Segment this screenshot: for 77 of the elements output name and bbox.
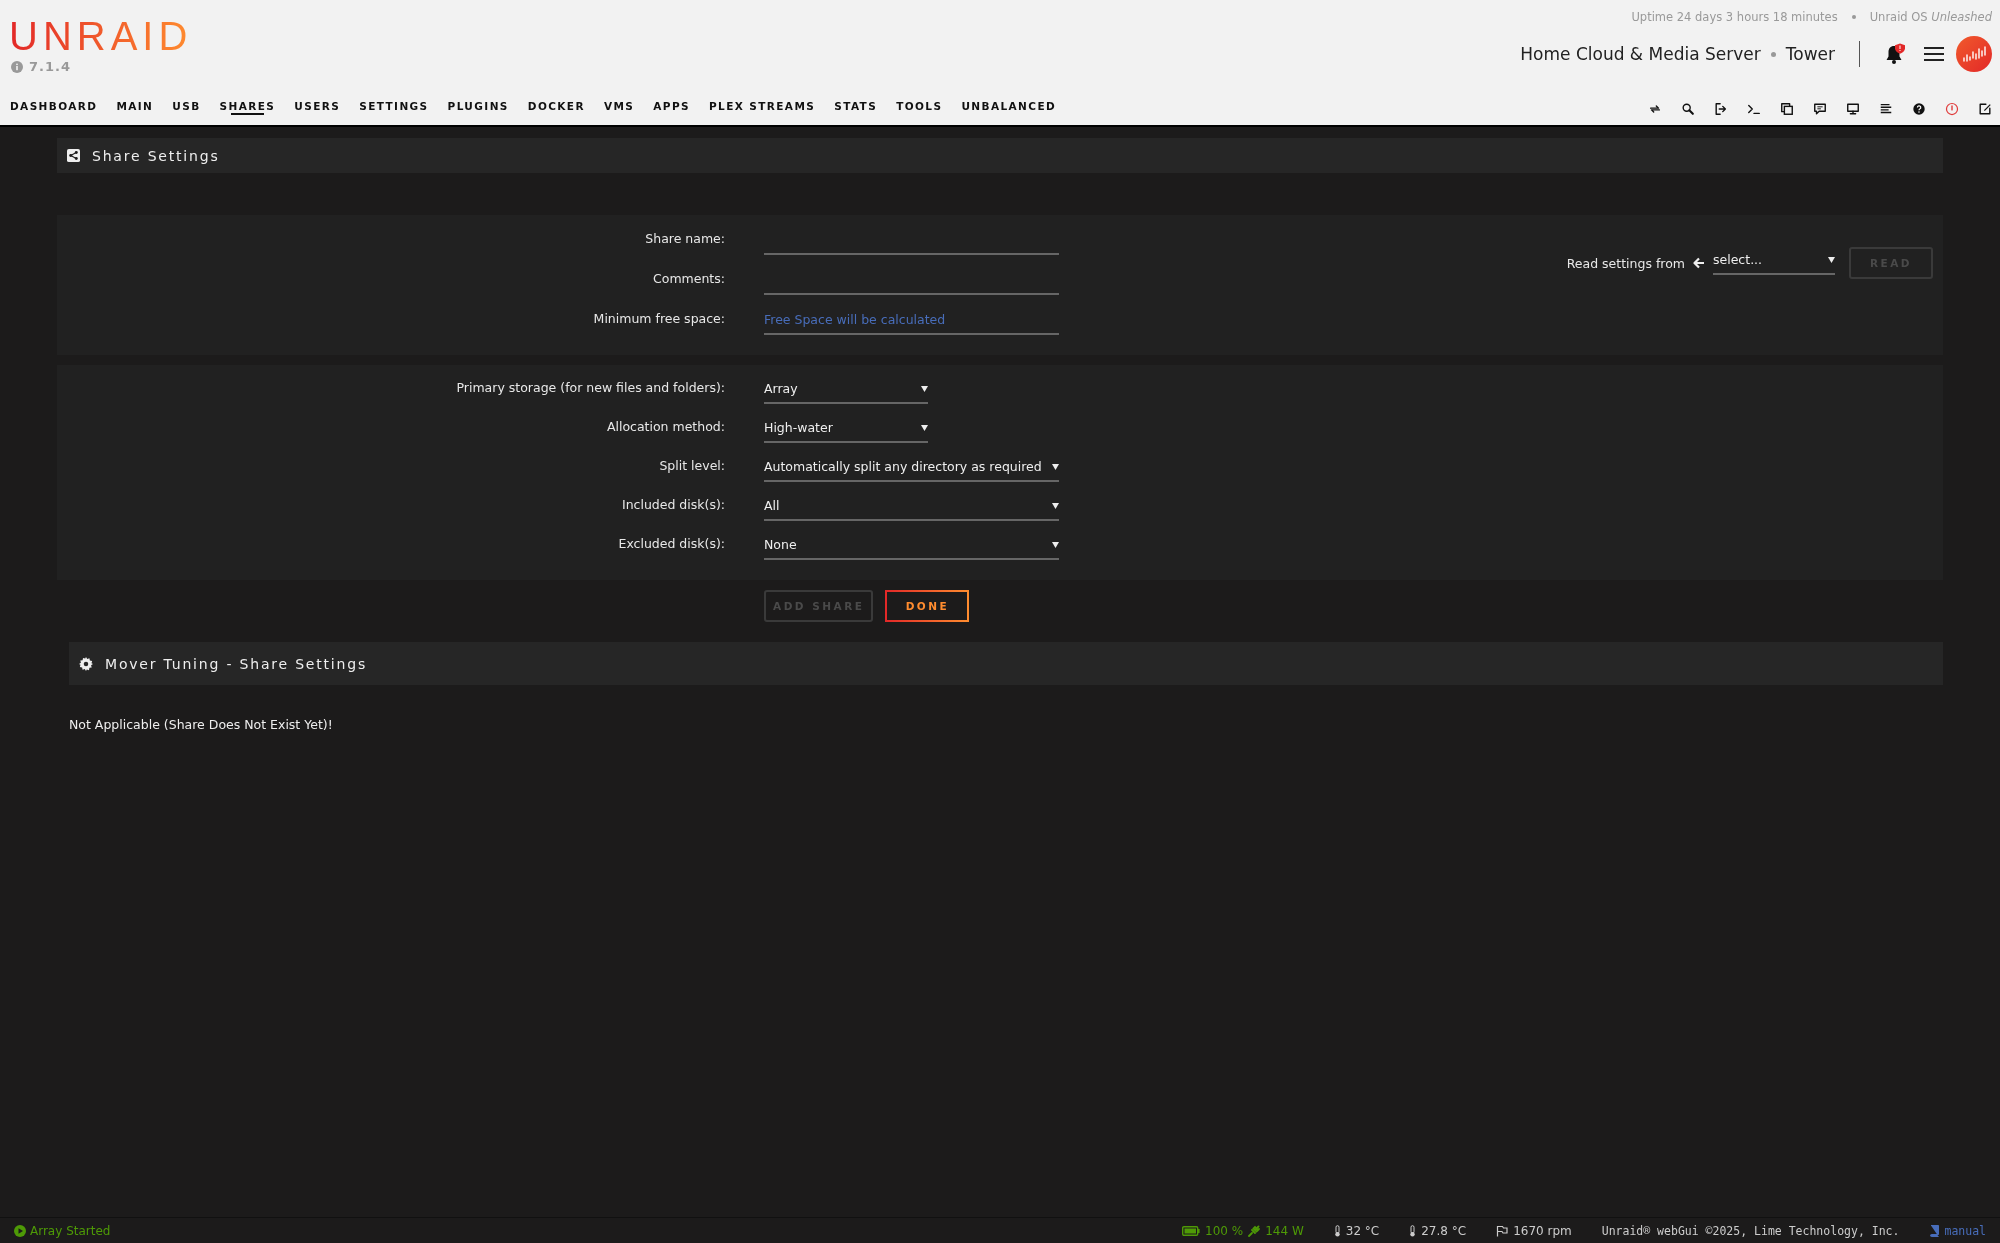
nav-tab[interactable]: STATS (834, 100, 878, 117)
nav-tab[interactable]: VMS (603, 100, 635, 117)
nav-tab[interactable]: DOCKER (527, 100, 585, 117)
nav-tab[interactable]: SHARES (219, 100, 276, 117)
search-icon[interactable] (1681, 101, 1695, 116)
battery-level-text: 100 % (1205, 1223, 1244, 1238)
nav-tab[interactable]: PLEX STREAMS (708, 100, 816, 117)
array-status-text: Array Started (30, 1223, 111, 1238)
field-label: Split level: (658, 458, 725, 475)
book-icon (1929, 1224, 1940, 1237)
bell-icon[interactable] (1884, 43, 1906, 65)
field-label: Comments: (652, 271, 725, 288)
separator-dot-icon (1851, 15, 1856, 19)
menu-icon[interactable] (1924, 46, 1944, 62)
dropdown-caret-icon (1052, 502, 1059, 509)
plug-icon (1248, 1224, 1261, 1237)
left-arrow-icon (1693, 257, 1705, 269)
power-draw-text: 144 W (1265, 1223, 1304, 1238)
select-dropdown[interactable]: High-water (764, 420, 928, 443)
separator-dot-icon (1770, 51, 1776, 57)
copy-icon[interactable] (1780, 101, 1794, 116)
text-input-field[interactable]: Free Space will be calculated (764, 312, 1059, 335)
chat-icon[interactable] (1813, 101, 1827, 116)
nav-tab[interactable]: SETTINGS (359, 100, 429, 117)
nav-tab[interactable]: PLUGINS (447, 100, 509, 117)
nav-tab[interactable]: APPS (653, 100, 690, 117)
copyright-text: Unraid® webGui ©2025, Lime Technology, Inc. (1601, 1223, 1900, 1238)
uptime-text: Uptime 24 days 3 hours 18 minutes (1631, 10, 1838, 24)
share-icon (67, 149, 80, 162)
nav-tab[interactable]: USB (172, 100, 201, 117)
done-button[interactable]: DONE (885, 590, 970, 622)
select-dropdown[interactable]: None (764, 537, 1059, 560)
dropdown-caret-icon (921, 424, 928, 431)
power-icon[interactable] (1945, 101, 1959, 116)
fan-speed-text: 1670 rpm (1513, 1223, 1572, 1238)
os-edition-text: Unraid OS Unleashed (1869, 10, 1992, 24)
dropdown-caret-icon (1052, 541, 1059, 548)
thermometer-icon (1409, 1224, 1417, 1237)
thermometer-icon (1333, 1224, 1341, 1237)
version-text: 7.1.4 (29, 59, 71, 74)
battery-icon (1182, 1225, 1201, 1236)
section-title: Share Settings (92, 147, 220, 164)
nav-tab[interactable]: TOOLS (896, 100, 943, 117)
nav-tab[interactable]: DASHBOARD (10, 100, 98, 117)
field-label: Allocation method: (605, 419, 725, 436)
field-label: Share name: (644, 231, 725, 248)
flag-icon (1496, 1224, 1509, 1237)
help-icon[interactable] (1912, 101, 1926, 116)
select-dropdown[interactable]: Array (764, 381, 928, 404)
nav-tab[interactable]: MAIN (116, 100, 154, 117)
dropdown-caret-icon (1052, 463, 1059, 470)
status-message: Not Applicable (Share Does Not Exist Yet)! (69, 717, 334, 732)
play-circle-icon (14, 1224, 26, 1237)
nav-tab[interactable]: USERS (294, 100, 341, 117)
info-icon[interactable] (11, 60, 23, 73)
select-dropdown[interactable]: Automatically split any directory as required (764, 459, 1059, 482)
manual-link[interactable]: manual (1944, 1223, 1986, 1238)
temperature-text: 32 °C (1345, 1223, 1380, 1238)
field-label: Read settings from (1566, 255, 1685, 271)
edit-icon[interactable] (1978, 101, 1992, 116)
field-label: Minimum free space: (592, 311, 725, 328)
dropdown-caret-icon (921, 385, 928, 392)
field-label: Primary storage (for new files and folders): (455, 380, 725, 397)
server-name: Tower (1785, 44, 1835, 64)
log-lines-icon[interactable] (1879, 101, 1893, 116)
temperature-text: 27.8 °C (1421, 1223, 1467, 1238)
gear-icon (79, 656, 93, 671)
logout-icon[interactable] (1714, 101, 1728, 116)
field-label: Excluded disk(s): (617, 536, 725, 553)
dropdown-caret-icon (1828, 255, 1835, 263)
section-title: Mover Tuning - Share Settings (105, 655, 367, 672)
avatar-icon[interactable] (1956, 36, 1992, 72)
nav-tab[interactable]: UNBALANCED (961, 100, 1057, 117)
monitor-icon[interactable] (1846, 101, 1860, 116)
server-description: Home Cloud & Media Server (1520, 44, 1761, 64)
select-dropdown[interactable]: All (764, 498, 1059, 521)
field-label: Included disk(s): (620, 497, 725, 514)
